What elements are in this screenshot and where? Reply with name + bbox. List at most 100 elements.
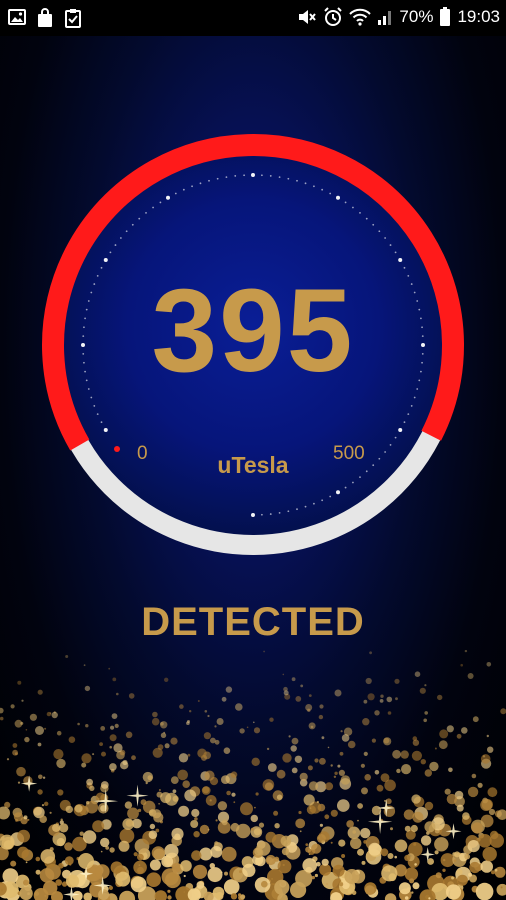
glitter-dot (148, 830, 158, 839)
glitter-dot (65, 805, 74, 814)
glitter-dot (357, 819, 359, 822)
glitter-dot (379, 699, 384, 703)
glitter-dot (376, 784, 384, 792)
glitter-dot (276, 794, 283, 800)
glitter-dot (319, 823, 323, 827)
gauge-tick (410, 405, 413, 407)
glitter-dot (204, 770, 215, 781)
glitter-dot (276, 769, 286, 779)
glitter-dot (178, 753, 189, 763)
glitter-dot (100, 726, 106, 731)
glitter-dot (119, 890, 136, 900)
glitter-dot (231, 792, 236, 797)
glitter-dot (20, 721, 24, 725)
glitter-dot (23, 815, 28, 820)
glitter-dot (17, 829, 30, 843)
glitter-dot (340, 730, 343, 733)
glitter-dot (339, 751, 344, 756)
glitter-dot (239, 870, 242, 874)
glitter-dot (427, 858, 434, 865)
glitter-dot (419, 687, 426, 694)
glitter-dot (420, 835, 432, 846)
glitter-dot (230, 822, 240, 832)
glitter-dot (338, 839, 346, 847)
glitter-dot (113, 743, 123, 753)
glitter-dot (299, 772, 308, 781)
gauge-tick (278, 176, 281, 178)
glitter-dot (172, 789, 177, 794)
glitter-dot (339, 882, 344, 887)
glitter-dot (158, 789, 161, 791)
glitter-dot (283, 690, 289, 696)
glitter-dot (149, 823, 156, 830)
glitter-dot (357, 803, 363, 809)
glitter-dot (42, 776, 46, 779)
glitter-dot (384, 893, 397, 900)
glitter-dot (337, 799, 350, 812)
glitter-dot (253, 727, 261, 734)
glitter-dot (413, 842, 417, 846)
glitter-dot (424, 769, 432, 777)
glitter-dot (191, 850, 202, 861)
glitter-dot (491, 870, 495, 875)
glitter-dot (99, 742, 103, 746)
glitter-dot (460, 663, 464, 667)
gauge-tick (93, 405, 96, 407)
glitter-dot (119, 828, 135, 844)
glitter-dot (81, 762, 87, 768)
glitter-dot (182, 780, 190, 788)
glitter-dot (311, 843, 322, 854)
glitter-dot (83, 664, 86, 667)
glitter-dot (108, 667, 111, 670)
glitter-dot (307, 708, 311, 712)
gauge-tick (251, 513, 255, 517)
glitter-dot (238, 893, 242, 897)
glitter-dot (390, 827, 393, 831)
glitter-dot (330, 841, 333, 844)
glitter-dot (456, 804, 464, 812)
glitter-dot (242, 863, 256, 877)
glitter-dot (221, 819, 228, 826)
gauge-tick (344, 486, 347, 489)
glitter-dot (116, 692, 119, 696)
glitter-dot (82, 830, 97, 844)
glitter-dot (261, 880, 268, 888)
glitter-dot (302, 858, 318, 873)
glitter-dot (0, 806, 10, 820)
glitter-dot (316, 834, 326, 843)
glitter-dot (350, 837, 362, 849)
glitter-dot (469, 861, 481, 874)
glitter-dot (207, 828, 210, 831)
glitter-dot (263, 650, 265, 653)
glitter-dot (341, 734, 350, 742)
gauge-tick (131, 223, 134, 226)
glitter-dot (100, 781, 109, 789)
glitter-dot (151, 846, 165, 860)
gauge-tick (365, 217, 368, 220)
gauge-tick (304, 505, 307, 508)
glitter-dot (494, 866, 506, 878)
gauge-tick (100, 266, 103, 269)
glitter-dot (65, 874, 80, 888)
gauge-tick (403, 421, 406, 424)
glitter-dot (347, 740, 356, 749)
glitter-dot (187, 753, 191, 757)
gauge-tick (182, 188, 185, 191)
glitter-dot (125, 731, 133, 739)
glitter-dot (394, 839, 408, 853)
glitter-dot (482, 846, 497, 862)
glitter-dot (472, 716, 479, 723)
glitter-dot (496, 883, 506, 896)
glitter-dot (258, 822, 265, 828)
glitter-dot (364, 774, 372, 781)
glitter-dot (464, 853, 471, 860)
glitter-dot (127, 807, 139, 820)
glitter-dot (191, 808, 200, 818)
glitter-dot (164, 677, 169, 682)
gauge-tick (103, 258, 108, 262)
glitter-dot (330, 764, 333, 767)
glitter-dot (84, 685, 91, 692)
glitter-dot (334, 689, 342, 697)
glitter-dot (308, 781, 319, 791)
glitter-dot (411, 750, 422, 761)
